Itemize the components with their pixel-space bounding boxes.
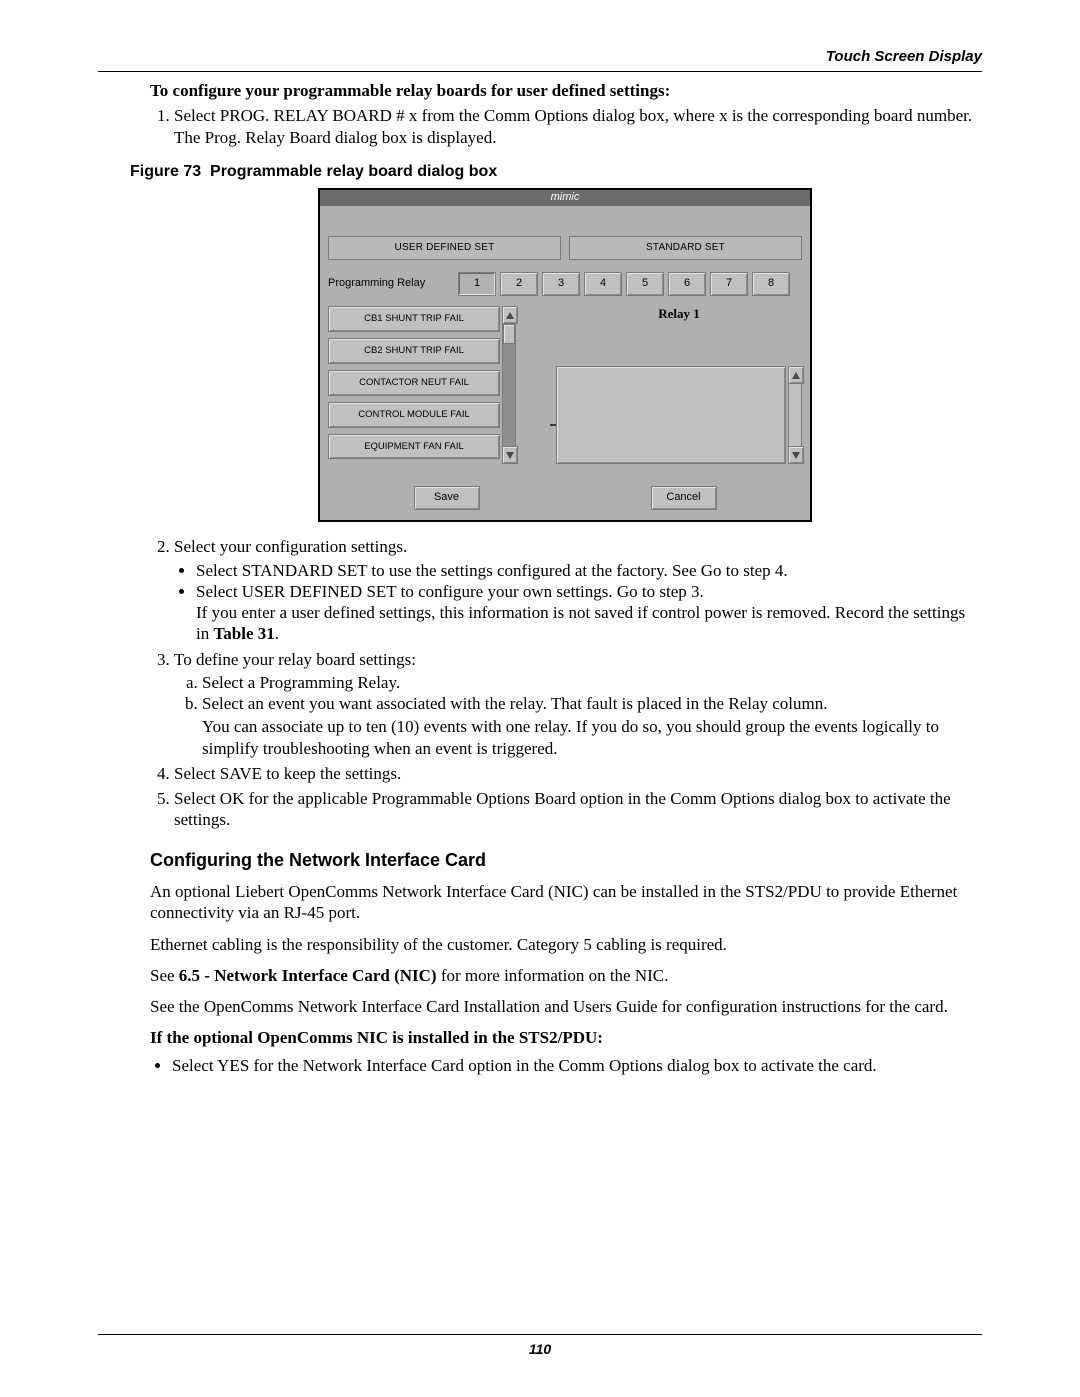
nic-p4: See the OpenComms Network Interface Card…	[150, 996, 980, 1017]
content: To configure your programmable relay boa…	[150, 80, 980, 1078]
step-3-text: To define your relay board settings:	[174, 650, 416, 669]
page-header: Touch Screen Display	[98, 48, 982, 72]
mimic-lower: CB1 SHUNT TRIP FAIL CB2 SHUNT TRIP FAIL …	[328, 306, 802, 464]
relay-button-8[interactable]: 8	[752, 272, 790, 296]
relay-button-1[interactable]: 1	[458, 272, 496, 296]
scroll-thumb[interactable]	[503, 324, 515, 344]
relay-scroll-track[interactable]	[788, 384, 802, 446]
scroll-down-icon[interactable]	[502, 446, 518, 464]
set-tabs: USER DEFINED SET STANDARD SET	[328, 236, 802, 261]
steps-list-top: Select PROG. RELAY BOARD # x from the Co…	[150, 105, 980, 148]
relay-buttons: 1 2 3 4 5 6 7 8	[458, 272, 790, 296]
page-number: 110	[529, 1341, 551, 1357]
relay-listbox[interactable]	[556, 366, 786, 464]
step-3: To define your relay board settings: Sel…	[174, 649, 980, 759]
scroll-up-icon[interactable]	[502, 306, 518, 324]
figure-title: Programmable relay board dialog box	[210, 163, 497, 180]
programming-relay-row: Programming Relay 1 2 3 4 5 6 7 8	[328, 272, 802, 296]
header-rule	[98, 71, 982, 72]
relay-button-4[interactable]: 4	[584, 272, 622, 296]
step-1-text-a: Select PROG. RELAY BOARD # x from the Co…	[174, 106, 972, 125]
nic-bullet-1: Select YES for the Network Interface Car…	[172, 1055, 980, 1076]
step-2-bullet-2: Select USER DEFINED SET to configure you…	[196, 581, 980, 645]
mimic-body: USER DEFINED SET STANDARD SET Programmin…	[320, 206, 810, 521]
step-3-note: You can associate up to ten (10) events …	[202, 716, 980, 759]
event-control-module-fail[interactable]: CONTROL MODULE FAIL	[328, 402, 500, 428]
mimic-dialog: mimic USER DEFINED SET STANDARD SET Prog…	[318, 188, 812, 523]
table-31-ref: Table 31	[213, 624, 274, 643]
event-contactor-neut-fail[interactable]: CONTACTOR NEUT FAIL	[328, 370, 500, 396]
save-button[interactable]: Save	[414, 486, 480, 510]
relay-scroll-up-icon[interactable]	[788, 366, 804, 384]
relay-button-7[interactable]: 7	[710, 272, 748, 296]
relay-button-5[interactable]: 5	[626, 272, 664, 296]
figure-caption: Figure 73 Programmable relay board dialo…	[130, 162, 980, 182]
standard-set-button[interactable]: STANDARD SET	[569, 236, 802, 261]
step-3a: Select a Programming Relay.	[202, 672, 980, 693]
intro-heading: To configure your programmable relay boa…	[150, 80, 980, 101]
nic-p3: See 6.5 - Network Interface Card (NIC) f…	[150, 965, 980, 986]
relay-column: Relay 1	[556, 306, 802, 464]
step-2-bullets: Select STANDARD SET to use the settings …	[196, 560, 980, 645]
step-1-text-b: The Prog. Relay Board dialog box is disp…	[174, 128, 496, 147]
nic-p1: An optional Liebert OpenComms Network In…	[150, 881, 980, 924]
step-1: Select PROG. RELAY BOARD # x from the Co…	[174, 105, 980, 148]
event-cb1-shunt-trip-fail[interactable]: CB1 SHUNT TRIP FAIL	[328, 306, 500, 332]
mimic-titlebar: mimic	[320, 190, 810, 206]
figure-number: Figure 73	[130, 163, 201, 180]
step-2: Select your configuration settings. Sele…	[174, 536, 980, 644]
step-3b: Select an event you want associated with…	[202, 693, 980, 714]
step-5: Select OK for the applicable Programmabl…	[174, 788, 980, 831]
steps-list-bottom: Select your configuration settings. Sele…	[150, 536, 980, 830]
page-footer: 110	[98, 1334, 982, 1357]
step-2-text: Select your configuration settings.	[174, 537, 407, 556]
relay-header: Relay 1	[556, 306, 802, 322]
page: Touch Screen Display To configure your p…	[0, 0, 1080, 1397]
relay-scrollbar[interactable]	[788, 366, 802, 464]
event-equipment-fan-fail[interactable]: EQUIPMENT FAN FAIL	[328, 434, 500, 460]
user-defined-set-button[interactable]: USER DEFINED SET	[328, 236, 561, 261]
nic-heading: Configuring the Network Interface Card	[150, 849, 980, 872]
step-4: Select SAVE to keep the settings.	[174, 763, 980, 784]
nic-p2: Ethernet cabling is the responsibility o…	[150, 934, 980, 955]
nic-bullets: Select YES for the Network Interface Car…	[172, 1055, 980, 1076]
programming-relay-label: Programming Relay	[328, 277, 458, 291]
event-list-column: CB1 SHUNT TRIP FAIL CB2 SHUNT TRIP FAIL …	[328, 306, 538, 464]
step-3-substeps: Select a Programming Relay. Select an ev…	[202, 672, 980, 715]
relay-button-2[interactable]: 2	[500, 272, 538, 296]
relay-button-3[interactable]: 3	[542, 272, 580, 296]
event-list: CB1 SHUNT TRIP FAIL CB2 SHUNT TRIP FAIL …	[328, 306, 500, 464]
relay-scroll-down-icon[interactable]	[788, 446, 804, 464]
event-scrollbar[interactable]	[502, 306, 516, 464]
step-2-bullet-1: Select STANDARD SET to use the settings …	[196, 560, 980, 581]
relay-box-row	[556, 366, 802, 464]
nic-subheading: If the optional OpenComms NIC is install…	[150, 1027, 980, 1048]
nic-xref: 6.5 - Network Interface Card (NIC)	[179, 966, 437, 985]
mimic-action-buttons: Save Cancel	[328, 486, 802, 510]
event-cb2-shunt-trip-fail[interactable]: CB2 SHUNT TRIP FAIL	[328, 338, 500, 364]
section-title: Touch Screen Display	[98, 48, 982, 71]
relay-button-6[interactable]: 6	[668, 272, 706, 296]
cancel-button[interactable]: Cancel	[651, 486, 717, 510]
scroll-track[interactable]	[502, 324, 516, 446]
